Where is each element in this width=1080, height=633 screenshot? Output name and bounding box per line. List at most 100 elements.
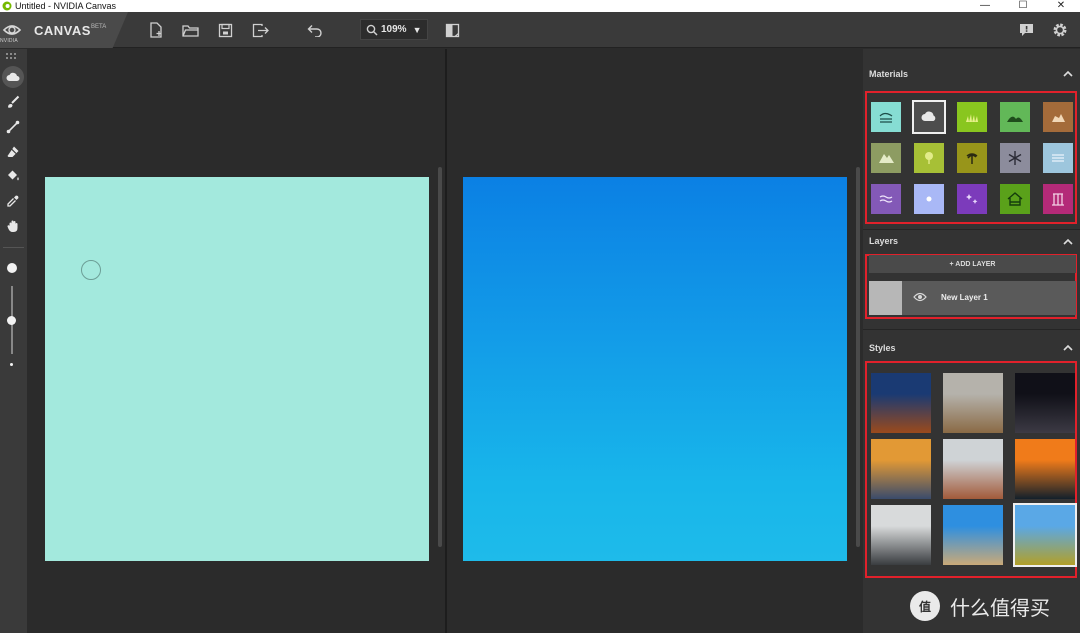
- building-icon: [1052, 193, 1064, 206]
- chevron-down-icon: ▼: [412, 24, 422, 35]
- materials-heading: Materials: [869, 69, 909, 79]
- zoom-value: 109%: [381, 24, 407, 35]
- tool-rail: [0, 49, 27, 633]
- material-swatch-sky-water[interactable]: [871, 102, 901, 132]
- fill-bucket-icon[interactable]: [2, 165, 24, 187]
- eyedropper-icon[interactable]: [2, 190, 24, 212]
- app-toolbar: NVIDIA CANVAS BETA 109% ▼: [0, 12, 1080, 48]
- material-swatch-house[interactable]: [1000, 184, 1030, 214]
- watermark-text: 什么值得买: [950, 597, 1050, 620]
- visibility-eye-icon[interactable]: [913, 292, 927, 302]
- water-waves-icon: [879, 195, 893, 203]
- palm-icon: [966, 153, 978, 164]
- settings-gear-icon[interactable]: [1051, 21, 1069, 39]
- save-icon[interactable]: [216, 21, 234, 39]
- nvidia-canvas-app-icon: [2, 1, 12, 11]
- new-file-icon[interactable]: [147, 21, 165, 39]
- watermark-logo: 值: [910, 591, 940, 621]
- material-swatch-palm[interactable]: [957, 143, 987, 173]
- product-name: CANVAS: [34, 23, 91, 38]
- layer-row[interactable]: New Layer 1: [869, 281, 1076, 315]
- canvas-workspace: [27, 49, 863, 633]
- brush-size-max-indicator: [7, 263, 17, 273]
- sparkles-icon: [966, 194, 978, 204]
- brand-block: NVIDIA CANVAS BETA: [0, 12, 128, 48]
- minimize-button[interactable]: —: [966, 0, 1004, 12]
- beta-badge: BETA: [91, 24, 107, 30]
- line-icon[interactable]: [2, 116, 24, 138]
- right-scrollbar[interactable]: [856, 167, 860, 547]
- window-title-bar: Untitled - NVIDIA Canvas — ☐ ✕: [0, 0, 1080, 12]
- material-swatch-building[interactable]: [1043, 184, 1073, 214]
- panel-divider: [863, 329, 1080, 330]
- sunset-mist-thumbnail[interactable]: [871, 439, 931, 499]
- misty-forest-thumbnail[interactable]: [871, 505, 931, 565]
- paintbrush-icon[interactable]: [2, 91, 24, 113]
- drag-handle-icon[interactable]: [6, 53, 18, 59]
- styles-heading: Styles: [869, 343, 896, 353]
- hand-pan-icon[interactable]: [2, 215, 24, 237]
- material-swatch-mountain[interactable]: [871, 143, 901, 173]
- desert-mesa-thumbnail[interactable]: [871, 373, 931, 433]
- material-brush-icon[interactable]: [2, 66, 24, 88]
- brush-size-slider-handle[interactable]: [7, 315, 16, 325]
- hill-icon: [1007, 116, 1023, 122]
- add-layer-button[interactable]: + ADD LAYER: [869, 255, 1076, 273]
- material-swatch-sun[interactable]: [914, 184, 944, 214]
- house-icon: [1007, 192, 1023, 206]
- segmentation-canvas[interactable]: [45, 177, 429, 561]
- zoom-icon: [366, 24, 378, 36]
- layer-thumbnail: [869, 281, 902, 315]
- cloudy-peaks-thumbnail[interactable]: [943, 373, 1003, 433]
- material-swatch-grass[interactable]: [957, 102, 987, 132]
- undo-icon[interactable]: [306, 21, 324, 39]
- brush-size-min-indicator: [10, 363, 13, 366]
- ocean-sunset-thumbnail[interactable]: [1015, 439, 1075, 499]
- split-divider[interactable]: [445, 49, 447, 633]
- open-folder-icon[interactable]: [181, 21, 199, 39]
- vendor-label: NVIDIA: [0, 38, 18, 44]
- material-swatch-cloud[interactable]: [912, 100, 946, 134]
- cloud-icon: [921, 111, 936, 121]
- feedback-icon[interactable]: [1017, 21, 1035, 39]
- mountain-lake-thumbnail[interactable]: [1013, 503, 1077, 567]
- close-button[interactable]: ✕: [1042, 0, 1080, 12]
- brush-cursor: [81, 260, 101, 280]
- material-swatch-tree[interactable]: [914, 143, 944, 173]
- material-swatch-hill[interactable]: [1000, 102, 1030, 132]
- layer-name: New Layer 1: [941, 293, 988, 302]
- sky-water-icon: [879, 112, 893, 123]
- mountain-icon: [879, 154, 894, 163]
- export-icon[interactable]: [251, 21, 269, 39]
- material-swatch-snow[interactable]: [1000, 143, 1030, 173]
- rock-icon: [1052, 114, 1065, 122]
- rail-divider: [3, 247, 24, 248]
- window-title: Untitled - NVIDIA Canvas: [15, 1, 117, 11]
- material-swatch-rock[interactable]: [1043, 102, 1073, 132]
- collapse-styles-chevron-icon[interactable]: [1062, 343, 1074, 353]
- maximize-button[interactable]: ☐: [1004, 0, 1042, 12]
- collapse-materials-chevron-icon[interactable]: [1062, 69, 1074, 79]
- eraser-icon[interactable]: [2, 141, 24, 163]
- sun-icon: [926, 196, 932, 202]
- rocky-peak-thumbnail[interactable]: [943, 439, 1003, 499]
- collapse-layers-chevron-icon[interactable]: [1062, 237, 1074, 247]
- tree-icon: [925, 152, 933, 164]
- layers-heading: Layers: [869, 236, 899, 246]
- snow-icon: [1008, 151, 1022, 165]
- output-image-canvas: [463, 177, 847, 561]
- left-scrollbar[interactable]: [438, 167, 442, 547]
- fog-icon: [1052, 154, 1064, 162]
- split-view-icon[interactable]: [443, 21, 461, 39]
- material-swatch-sparkles[interactable]: [957, 184, 987, 214]
- material-swatch-fog[interactable]: [1043, 143, 1073, 173]
- beach-sky-thumbnail[interactable]: [943, 505, 1003, 565]
- right-panel: Materials Layers + ADD LAYER New Layer 1…: [863, 49, 1080, 633]
- nvidia-eye-logo: [2, 25, 22, 35]
- night-stars-thumbnail[interactable]: [1015, 373, 1075, 433]
- material-swatch-water-waves[interactable]: [871, 184, 901, 214]
- site-watermark: 值 什么值得买: [910, 590, 1050, 622]
- panel-divider: [863, 229, 1080, 230]
- zoom-control[interactable]: 109% ▼: [360, 19, 428, 40]
- grass-icon: [966, 114, 978, 122]
